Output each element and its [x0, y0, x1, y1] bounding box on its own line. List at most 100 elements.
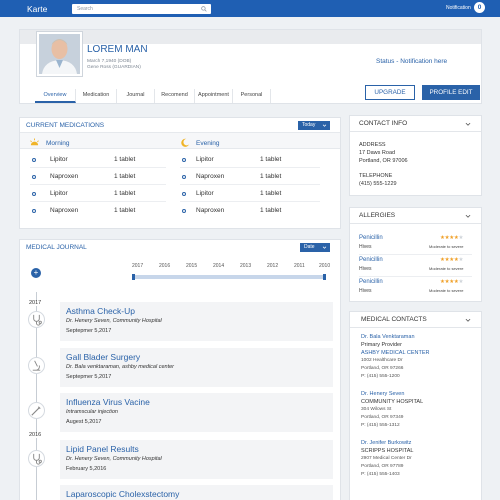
journal-entry[interactable]: Asthma Check-Up Dr. Henery Seven, Commun…: [60, 302, 333, 341]
profile-edit-button[interactable]: PROFILE EDIT: [422, 85, 480, 100]
timeline-year[interactable]: 2013: [240, 263, 251, 269]
journal-entry[interactable]: Lipid Panel Results Dr. Henery Seven, Co…: [60, 440, 333, 479]
medications-filter-dropdown[interactable]: Today: [298, 121, 330, 130]
timeline-year[interactable]: 2016: [159, 263, 170, 269]
avatar: [37, 32, 82, 76]
evening-label: Evening: [196, 140, 220, 147]
contact-phone[interactable]: P: (415) 555-1312: [361, 423, 400, 428]
medication-row: Lipitor 1 tablet: [180, 186, 320, 202]
contact-name[interactable]: Dr. Jenifer Burkowitz: [361, 440, 411, 446]
notification-badge[interactable]: 0: [474, 2, 485, 13]
allergy-severity: Moderate to severe: [429, 244, 464, 249]
current-medications-card: CURRENT MEDICATIONS Today Morning Evenin…: [20, 118, 340, 228]
medication-row: Naproxen 1 tablet: [180, 203, 320, 219]
chevron-down-icon: [322, 124, 327, 127]
allergy-row[interactable]: Penicillin Hives ★★★★★ Moderate to sever…: [359, 255, 472, 277]
add-entry-button[interactable]: +: [31, 268, 41, 278]
allergy-reaction: Hives: [359, 266, 372, 272]
allergy-row[interactable]: Penicillin Hives ★★★★★ Moderate to sever…: [359, 233, 472, 255]
entry-date: February 5,2016: [66, 466, 107, 472]
allergy-row[interactable]: Penicillin Hives ★★★★★ Moderate to sever…: [359, 277, 472, 299]
tab-overview[interactable]: Overview: [35, 89, 76, 103]
entry-title[interactable]: Asthma Check-Up: [66, 306, 135, 316]
entry-title[interactable]: Influenza Virus Vacine: [66, 397, 150, 407]
entry-date: Septepmer 5,2017: [66, 374, 112, 380]
journal-title: MEDICAL JOURNAL: [26, 244, 87, 251]
allergy-severity: Moderate to severe: [429, 288, 464, 293]
contact-name[interactable]: Dr. Bala Venktaraman: [361, 334, 415, 340]
contact-title: CONTACT INFO: [359, 120, 408, 127]
entry-provider: Intramscular injection: [66, 409, 118, 415]
contact-name[interactable]: Dr. Henery Seven: [361, 391, 404, 397]
search-input[interactable]: Search: [72, 4, 211, 14]
contact-address: 2907 Medical Center Dr: [361, 456, 412, 461]
entry-provider: Dr. Henery Seven, Community Hospital: [66, 456, 162, 462]
timeline-year[interactable]: 2017: [132, 263, 143, 269]
stethoscope-icon: [28, 311, 45, 328]
journal-entry[interactable]: Laparoscopic Cholexstectomy: [60, 485, 333, 500]
range-end-handle[interactable]: [323, 274, 326, 280]
chevron-down-icon[interactable]: [465, 213, 471, 219]
allergy-severity: Moderate to severe: [429, 266, 464, 271]
plus-icon: +: [33, 268, 39, 277]
contact-phone[interactable]: P: (415) 555-1403: [361, 472, 400, 477]
contact-role: Primary Provider: [361, 342, 402, 348]
timeline-year[interactable]: 2011: [294, 263, 305, 269]
tab-personal[interactable]: Personal: [233, 89, 271, 103]
range-start-handle[interactable]: [132, 274, 135, 280]
allergies-title: ALLERGIES: [359, 212, 396, 219]
bullet-icon: [182, 175, 186, 179]
bullet-icon: [182, 209, 186, 213]
medication-name: Naproxen: [196, 207, 225, 214]
tab-journal[interactable]: Journal: [117, 89, 155, 103]
upgrade-button[interactable]: UPGRADE: [365, 85, 415, 100]
stethoscope-icon: [28, 450, 45, 467]
chevron-down-icon[interactable]: [465, 121, 471, 127]
journal-entry[interactable]: Gall Blader Surgery Dr. Bala venktaraman…: [60, 348, 333, 387]
contact-info-card: CONTACT INFO ADDRESS 17 Daws Road Portla…: [350, 116, 481, 195]
status-notification[interactable]: Status - Notification here: [376, 58, 447, 65]
tab-medication[interactable]: Medication: [76, 89, 117, 103]
entry-title[interactable]: Lipid Panel Results: [66, 444, 139, 454]
medications-filter-value: Today: [302, 122, 316, 128]
patient-name: LOREM MAN: [87, 44, 148, 55]
address-label: ADDRESS: [359, 142, 386, 148]
telephone-value[interactable]: (415) 555-1229: [359, 181, 397, 187]
medication-dose: 1 tablet: [260, 190, 282, 197]
search-icon[interactable]: [201, 6, 207, 12]
timeline-year-marker: 2017: [29, 300, 42, 306]
avatar-photo: [39, 34, 80, 74]
tab-appointment[interactable]: Appointment: [195, 89, 233, 103]
moon-icon: [181, 138, 190, 147]
medication-dose: 1 tablet: [260, 173, 282, 180]
journal-entry[interactable]: Influenza Virus Vacine Intramscular inje…: [60, 393, 333, 432]
entry-provider: Dr. Henery Seven, Community Hospital: [66, 318, 162, 324]
app-brand[interactable]: Karte: [27, 4, 47, 14]
timeline-year[interactable]: 2015: [186, 263, 197, 269]
notification-label[interactable]: Notification: [446, 5, 471, 11]
contact-phone[interactable]: P: (415) 555-1200: [361, 374, 400, 379]
address-line: Portland, OR 97006: [359, 158, 408, 164]
bullet-icon: [182, 192, 186, 196]
allergies-card: ALLERGIES Penicillin Hives ★★★★★ Moderat…: [350, 208, 481, 301]
timeline-year[interactable]: 2014: [213, 263, 224, 269]
medication-dose: 1 tablet: [114, 173, 136, 180]
entry-title[interactable]: Gall Blader Surgery: [66, 352, 140, 362]
medication-name: Lipitor: [50, 190, 68, 197]
journal-filter-dropdown[interactable]: Date: [300, 243, 330, 252]
medication-name: Lipitor: [196, 190, 214, 197]
timeline-range-slider[interactable]: [132, 274, 326, 280]
medication-name: Naproxen: [50, 207, 79, 214]
tab-recomend[interactable]: Recomend: [155, 89, 195, 103]
timeline-year[interactable]: 2010: [319, 263, 330, 269]
timeline-year[interactable]: 2012: [267, 263, 278, 269]
entry-title[interactable]: Laparoscopic Cholexstectomy: [66, 489, 179, 499]
medication-dose: 1 tablet: [114, 190, 136, 197]
sun-icon: [30, 138, 39, 146]
chevron-down-icon: [322, 246, 327, 249]
contact-address: Portland, OR 97266: [361, 366, 404, 371]
chevron-down-icon[interactable]: [465, 317, 471, 323]
medication-row: Lipitor 1 tablet: [30, 152, 166, 168]
severity-stars: ★★★★★: [440, 279, 464, 285]
bullet-icon: [32, 209, 36, 213]
